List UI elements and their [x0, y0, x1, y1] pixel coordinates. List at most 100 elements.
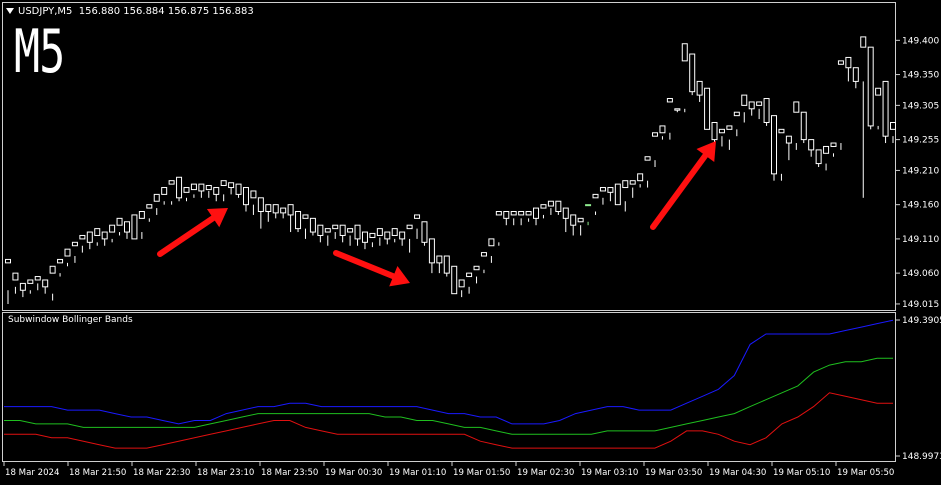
- candle-body: [376, 228, 383, 236]
- y-tick-label: 149.210: [902, 166, 939, 176]
- candle-body: [324, 228, 331, 233]
- candle: [64, 248, 71, 267]
- candle: [763, 98, 770, 126]
- candle-body: [414, 214, 421, 219]
- chart-window: 149.400 149.350 149.305 149.255 149.210 149.1…: [0, 0, 941, 485]
- price-chart[interactable]: 149.400 149.350 149.305 149.255 149.210 149.1…: [0, 0, 941, 485]
- arrow-shaft: [650, 152, 709, 230]
- candle: [704, 87, 711, 130]
- candle: [317, 224, 324, 243]
- symbol-name: USDJPY,M5: [18, 6, 73, 17]
- candle-body: [837, 60, 844, 65]
- candle: [399, 231, 406, 246]
- candle-body: [220, 180, 227, 186]
- candle: [882, 80, 889, 144]
- candle: [34, 276, 41, 291]
- candle-body: [42, 279, 49, 288]
- candle-body: [533, 207, 540, 219]
- candle-body: [733, 111, 740, 117]
- candle: [852, 67, 859, 89]
- dropdown-triangle-icon[interactable]: [6, 8, 14, 14]
- candle: [265, 204, 272, 222]
- candle: [71, 241, 78, 263]
- candle: [860, 36, 867, 198]
- candle-body: [205, 184, 212, 191]
- candle: [659, 125, 666, 140]
- candle-body: [637, 173, 644, 182]
- x-tick-label: 19 Mar 00:30: [325, 468, 382, 478]
- candle: [800, 111, 807, 144]
- candle-body: [436, 255, 443, 264]
- candle-body: [198, 183, 205, 192]
- candle: [250, 190, 257, 215]
- candle: [347, 228, 354, 246]
- candle-body: [696, 80, 703, 96]
- candle: [778, 128, 785, 181]
- candle-body: [280, 207, 287, 214]
- candle-body: [793, 101, 800, 113]
- candle-body: [176, 176, 183, 199]
- candle: [867, 46, 874, 130]
- candle: [354, 224, 361, 246]
- candle: [592, 193, 599, 215]
- sub-y-tick-label: 148.9973: [902, 452, 941, 462]
- candle-body: [347, 228, 354, 233]
- candle-body: [681, 43, 688, 62]
- candle-body: [265, 204, 272, 213]
- candle: [488, 238, 495, 263]
- candle: [79, 234, 86, 253]
- candle: [324, 228, 331, 246]
- trend-arrows: [157, 141, 716, 287]
- candle: [830, 142, 837, 157]
- candle: [614, 183, 621, 206]
- candle: [845, 56, 852, 82]
- candle: [361, 231, 368, 250]
- candle-body: [711, 121, 718, 141]
- candle-body: [168, 180, 175, 185]
- candle-body: [480, 252, 487, 257]
- ohlc-values: 156.880 156.884 156.875 156.883: [78, 6, 254, 17]
- arrow-shaft: [333, 250, 397, 280]
- candle-body: [607, 187, 614, 193]
- candle: [109, 224, 116, 243]
- candle-body: [153, 193, 160, 202]
- candle-body: [213, 187, 220, 195]
- candle-body: [674, 108, 681, 111]
- candle-body: [399, 231, 406, 240]
- candle-body: [421, 221, 428, 243]
- candle: [280, 207, 287, 219]
- candle-body: [49, 265, 56, 274]
- candle: [242, 187, 249, 212]
- candle-body: [525, 211, 532, 216]
- candle-body: [287, 204, 294, 216]
- candle: [287, 204, 294, 233]
- candle-body: [146, 204, 153, 209]
- candle-body: [585, 204, 592, 207]
- candle-body: [689, 53, 696, 93]
- candle: [42, 279, 49, 294]
- candle: [741, 94, 748, 123]
- candle: [272, 204, 279, 219]
- candle: [339, 224, 346, 243]
- x-tick-label: 19 Mar 05:50: [837, 468, 894, 478]
- timeframe-label: M5: [14, 17, 65, 87]
- candle: [503, 211, 510, 226]
- y-tick-label: 149.400: [902, 36, 939, 46]
- candle: [718, 128, 725, 147]
- symbol-header[interactable]: USDJPY,M5 156.880 156.884 156.875 156.88…: [6, 6, 254, 17]
- candle-body: [458, 279, 465, 288]
- y-tick-label: 149.305: [902, 101, 939, 111]
- candle-body: [771, 115, 778, 175]
- candle-body: [652, 132, 659, 137]
- candle: [607, 187, 614, 202]
- candle-body: [57, 258, 64, 264]
- candle: [123, 221, 130, 239]
- x-tick-label: 19 Mar 01:10: [389, 468, 446, 478]
- y-tick-label: 149.350: [902, 71, 939, 81]
- candle: [823, 145, 830, 171]
- candle: [674, 108, 681, 113]
- candle-body: [242, 187, 249, 206]
- candle: [428, 238, 435, 274]
- candle: [525, 211, 532, 222]
- candle-body: [748, 101, 755, 110]
